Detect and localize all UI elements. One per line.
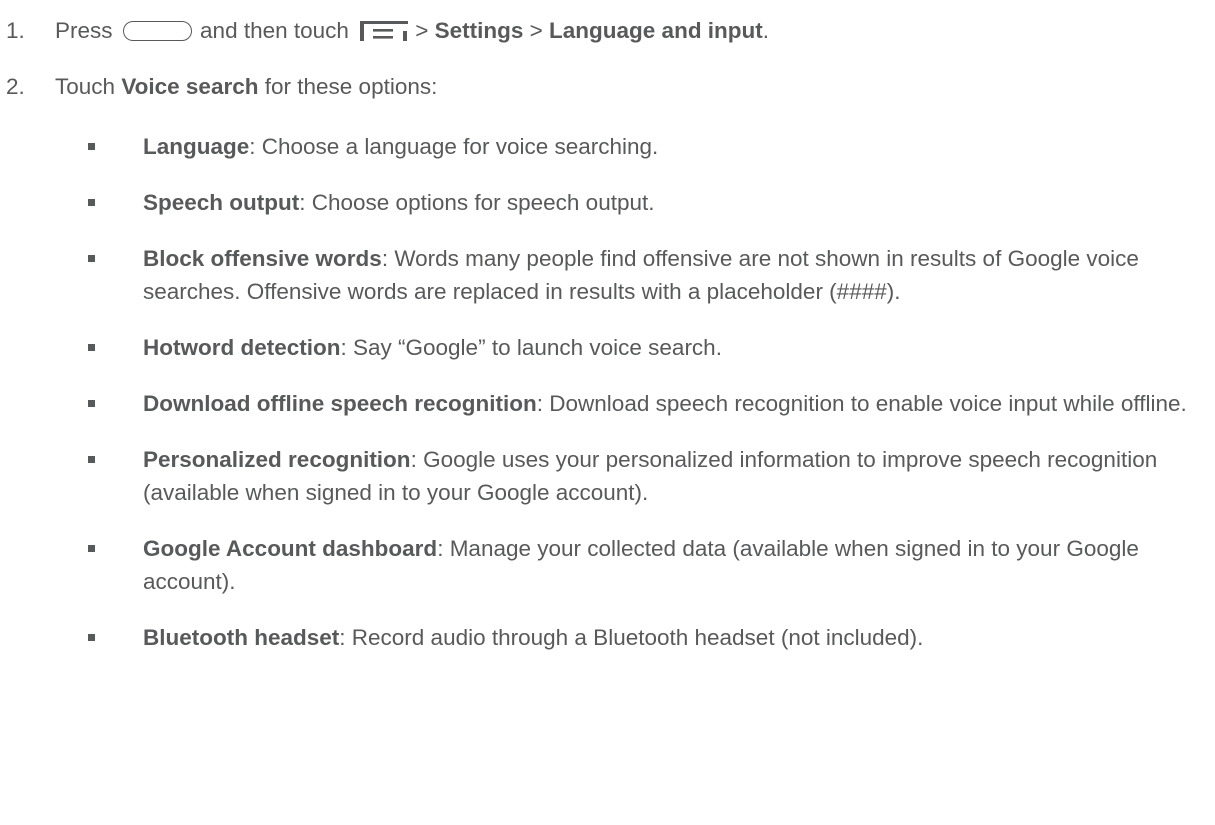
bullet-icon [88,456,95,463]
step-number: 2. [6,74,25,99]
options-list: Language: Choose a language for voice se… [88,130,1203,677]
step-number: 1. [6,18,25,43]
step-2: 2. Touch Voice search for these options: [6,70,1206,103]
language-input-label: Language and input [549,18,763,43]
option-desc: : Download speech recognition to enable … [536,391,1187,416]
settings-label: Settings [434,18,524,43]
bullet-icon [88,143,95,150]
bullet-icon [88,400,95,407]
touch-text: Touch [55,74,116,99]
separator: > [415,18,429,43]
list-item: Language: Choose a language for voice se… [88,130,1203,163]
voice-search-label: Voice search [121,74,259,99]
list-item: Download offline speech recognition: Dow… [88,387,1203,420]
and-then-text: and then touch [200,18,349,43]
bullet-icon [88,634,95,641]
menu-icon [359,18,409,51]
option-term: Hotword detection [143,335,341,360]
bullet-icon [88,199,95,206]
option-desc: : Choose options for speech output. [299,190,655,215]
list-item: Speech output: Choose options for speech… [88,186,1203,219]
step-rest-text: for these options: [264,74,438,99]
option-term: Download offline speech recognition [143,391,537,416]
option-term: Personalized recognition [143,447,411,472]
bullet-icon [88,255,95,262]
list-item: Block offensive words: Words many people… [88,242,1203,308]
option-term: Speech output [143,190,300,215]
option-desc: : Choose a language for voice searching. [249,134,659,159]
bullet-icon [88,545,95,552]
option-desc: : Say “Google” to launch voice search. [340,335,722,360]
option-term: Google Account dashboard [143,536,438,561]
option-term: Bluetooth headset [143,625,340,650]
list-item: Hotword detection: Say “Google” to launc… [88,331,1203,364]
step-1: 1. Press and then touch > Settings > Lang… [6,14,1206,51]
list-item: Bluetooth headset: Record audio through … [88,621,1203,654]
separator: > [529,18,543,43]
list-item: Google Account dashboard: Manage your co… [88,532,1203,598]
option-term: Language [143,134,250,159]
bullet-icon [88,344,95,351]
period: . [762,18,770,43]
home-button-icon [122,21,192,41]
list-item: Personalized recognition: Google uses yo… [88,443,1203,509]
press-text: Press [55,18,113,43]
option-term: Block offensive words [143,246,382,271]
option-desc: : Record audio through a Bluetooth heads… [339,625,924,650]
